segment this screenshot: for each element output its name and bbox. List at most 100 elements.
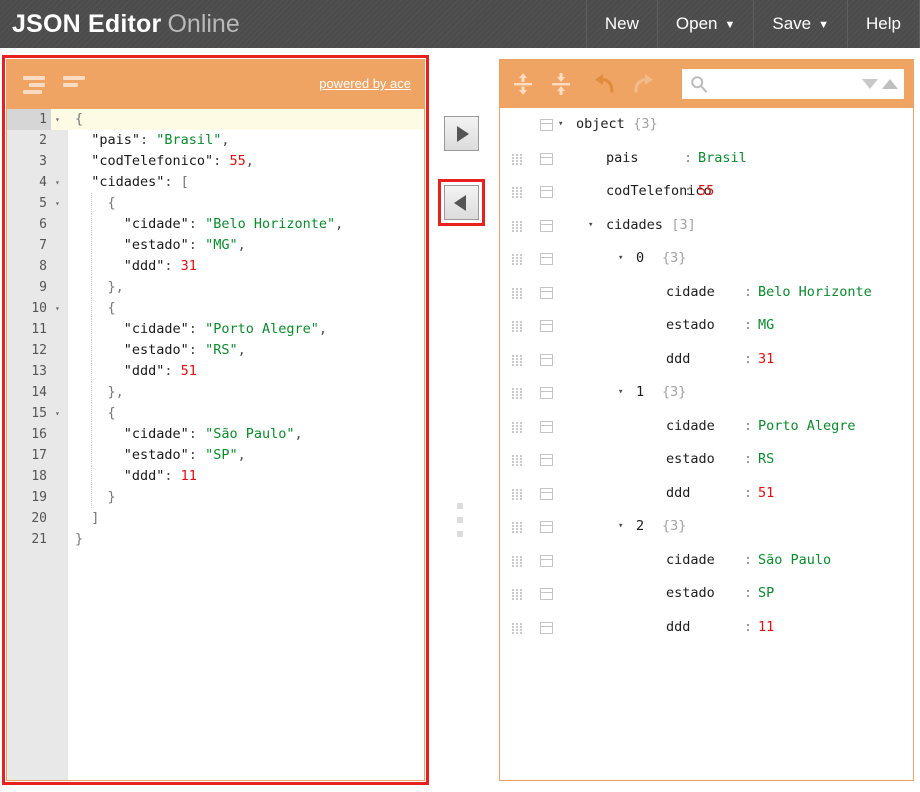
row-drag-handle[interactable]	[512, 455, 521, 466]
tree-field-value[interactable]: São Paulo	[758, 544, 831, 578]
tree-row[interactable]: ▾1{3}	[500, 376, 913, 410]
row-type-button[interactable]	[540, 287, 553, 299]
menu-item-open[interactable]: Open ▼	[657, 0, 753, 48]
format-icon[interactable]	[23, 76, 45, 94]
search-input[interactable]	[712, 69, 866, 101]
row-drag-handle[interactable]	[512, 187, 521, 198]
tree-field-label[interactable]: object	[576, 108, 625, 142]
code-line[interactable]: 10▾ {	[7, 298, 424, 319]
row-drag-handle[interactable]	[512, 288, 521, 299]
row-drag-handle[interactable]	[512, 388, 521, 399]
collapse-all-icon[interactable]	[548, 72, 574, 96]
tree-field-label[interactable]: estado	[666, 443, 715, 477]
row-drag-handle[interactable]	[512, 623, 521, 634]
powered-by-ace-link[interactable]: powered by ace	[319, 76, 411, 91]
tree-row[interactable]: pais:Brasil	[500, 142, 913, 176]
fold-toggle-icon[interactable]: ▾	[55, 403, 65, 424]
tree-field-label[interactable]: pais	[606, 142, 639, 176]
row-type-button[interactable]	[540, 588, 553, 600]
row-drag-handle[interactable]	[512, 355, 521, 366]
code-line[interactable]: 9 },	[7, 277, 424, 298]
row-type-button[interactable]	[540, 421, 553, 433]
tree-field-label[interactable]: ddd	[666, 477, 690, 511]
tree-row[interactable]: estado:SP	[500, 577, 913, 611]
expand-collapse-icon[interactable]: ▾	[618, 242, 632, 276]
code-line[interactable]: 6 "cidade": "Belo Horizonte",	[7, 214, 424, 235]
tree-field-value[interactable]: Brasil	[698, 142, 747, 176]
menu-item-new[interactable]: New	[586, 0, 657, 48]
convert-to-tree-button[interactable]	[444, 116, 479, 151]
code-line[interactable]: 1▾{	[7, 109, 424, 130]
tree-row[interactable]: ▾2{3}	[500, 510, 913, 544]
convert-to-text-button[interactable]	[444, 185, 479, 220]
row-type-button[interactable]	[540, 387, 553, 399]
code-line[interactable]: 11 "cidade": "Porto Alegre",	[7, 319, 424, 340]
tree-field-value[interactable]: RS	[758, 443, 774, 477]
tree-row[interactable]: cidade:São Paulo	[500, 544, 913, 578]
row-drag-handle[interactable]	[512, 321, 521, 332]
code-line[interactable]: 4▾ "cidades": [	[7, 172, 424, 193]
row-type-button[interactable]	[540, 354, 553, 366]
code-line[interactable]: 7 "estado": "MG",	[7, 235, 424, 256]
tree-field-label[interactable]: estado	[666, 309, 715, 343]
tree-field-value[interactable]: Belo Horizonte	[758, 276, 872, 310]
tree-field-value[interactable]: 51	[758, 477, 774, 511]
tree-field-label[interactable]: 1	[636, 376, 644, 410]
tree-row[interactable]: ddd:51	[500, 477, 913, 511]
code-line[interactable]: 8 "ddd": 31	[7, 256, 424, 277]
tree-field-label[interactable]: 2	[636, 510, 644, 544]
fold-toggle-icon[interactable]: ▾	[55, 109, 65, 130]
row-type-button[interactable]	[540, 153, 553, 165]
compact-icon[interactable]	[63, 76, 85, 94]
tree-row[interactable]: ▾0{3}	[500, 242, 913, 276]
expand-collapse-icon[interactable]: ▾	[558, 108, 572, 142]
row-drag-handle[interactable]	[512, 154, 521, 165]
tree-row[interactable]: codTelefonico:55	[500, 175, 913, 209]
code-line[interactable]: 16 "cidade": "São Paulo",	[7, 424, 424, 445]
code-line[interactable]: 14 },	[7, 382, 424, 403]
tree-field-label[interactable]: codTelefonico	[606, 175, 712, 209]
row-type-button[interactable]	[540, 119, 553, 131]
code-line[interactable]: 13 "ddd": 51	[7, 361, 424, 382]
code-line[interactable]: 17 "estado": "SP",	[7, 445, 424, 466]
row-drag-handle[interactable]	[512, 221, 521, 232]
tree-field-value[interactable]: Porto Alegre	[758, 410, 856, 444]
undo-icon[interactable]	[592, 72, 618, 96]
code-line[interactable]: 15▾ {	[7, 403, 424, 424]
code-line[interactable]: 21}	[7, 529, 424, 550]
tree-field-value[interactable]: 31	[758, 343, 774, 377]
tree-field-value[interactable]: MG	[758, 309, 774, 343]
tree-field-label[interactable]: ddd	[666, 611, 690, 645]
row-type-button[interactable]	[540, 320, 553, 332]
row-drag-handle[interactable]	[512, 489, 521, 500]
tree-row[interactable]: estado:MG	[500, 309, 913, 343]
code-line[interactable]: 18 "ddd": 11	[7, 466, 424, 487]
tree-field-value[interactable]: 11	[758, 611, 774, 645]
expand-all-icon[interactable]	[510, 72, 536, 96]
tree-field-value[interactable]: 55	[698, 175, 714, 209]
row-drag-handle[interactable]	[512, 589, 521, 600]
tree-row[interactable]: ddd:11	[500, 611, 913, 645]
code-line[interactable]: 2 "pais": "Brasil",	[7, 130, 424, 151]
row-type-button[interactable]	[540, 555, 553, 567]
tree-field-value[interactable]: SP	[758, 577, 774, 611]
code-line[interactable]: 5▾ {	[7, 193, 424, 214]
tree-field-label[interactable]: 0	[636, 242, 644, 276]
tree-row[interactable]: cidade:Belo Horizonte	[500, 276, 913, 310]
search-box[interactable]	[682, 69, 904, 99]
ace-editor-area[interactable]: 1▾{2 "pais": "Brasil",3 "codTelefonico":…	[7, 109, 424, 780]
row-type-button[interactable]	[540, 220, 553, 232]
expand-collapse-icon[interactable]: ▾	[588, 209, 602, 243]
row-drag-handle[interactable]	[512, 422, 521, 433]
row-type-button[interactable]	[540, 186, 553, 198]
menu-item-help[interactable]: Help	[847, 0, 920, 48]
code-line[interactable]: 12 "estado": "RS",	[7, 340, 424, 361]
search-next-icon[interactable]	[862, 79, 878, 89]
fold-toggle-icon[interactable]: ▾	[55, 193, 65, 214]
fold-toggle-icon[interactable]: ▾	[55, 298, 65, 319]
row-type-button[interactable]	[540, 253, 553, 265]
row-drag-handle[interactable]	[512, 254, 521, 265]
expand-collapse-icon[interactable]: ▾	[618, 510, 632, 544]
tree-field-label[interactable]: cidade	[666, 410, 715, 444]
fold-toggle-icon[interactable]: ▾	[55, 172, 65, 193]
